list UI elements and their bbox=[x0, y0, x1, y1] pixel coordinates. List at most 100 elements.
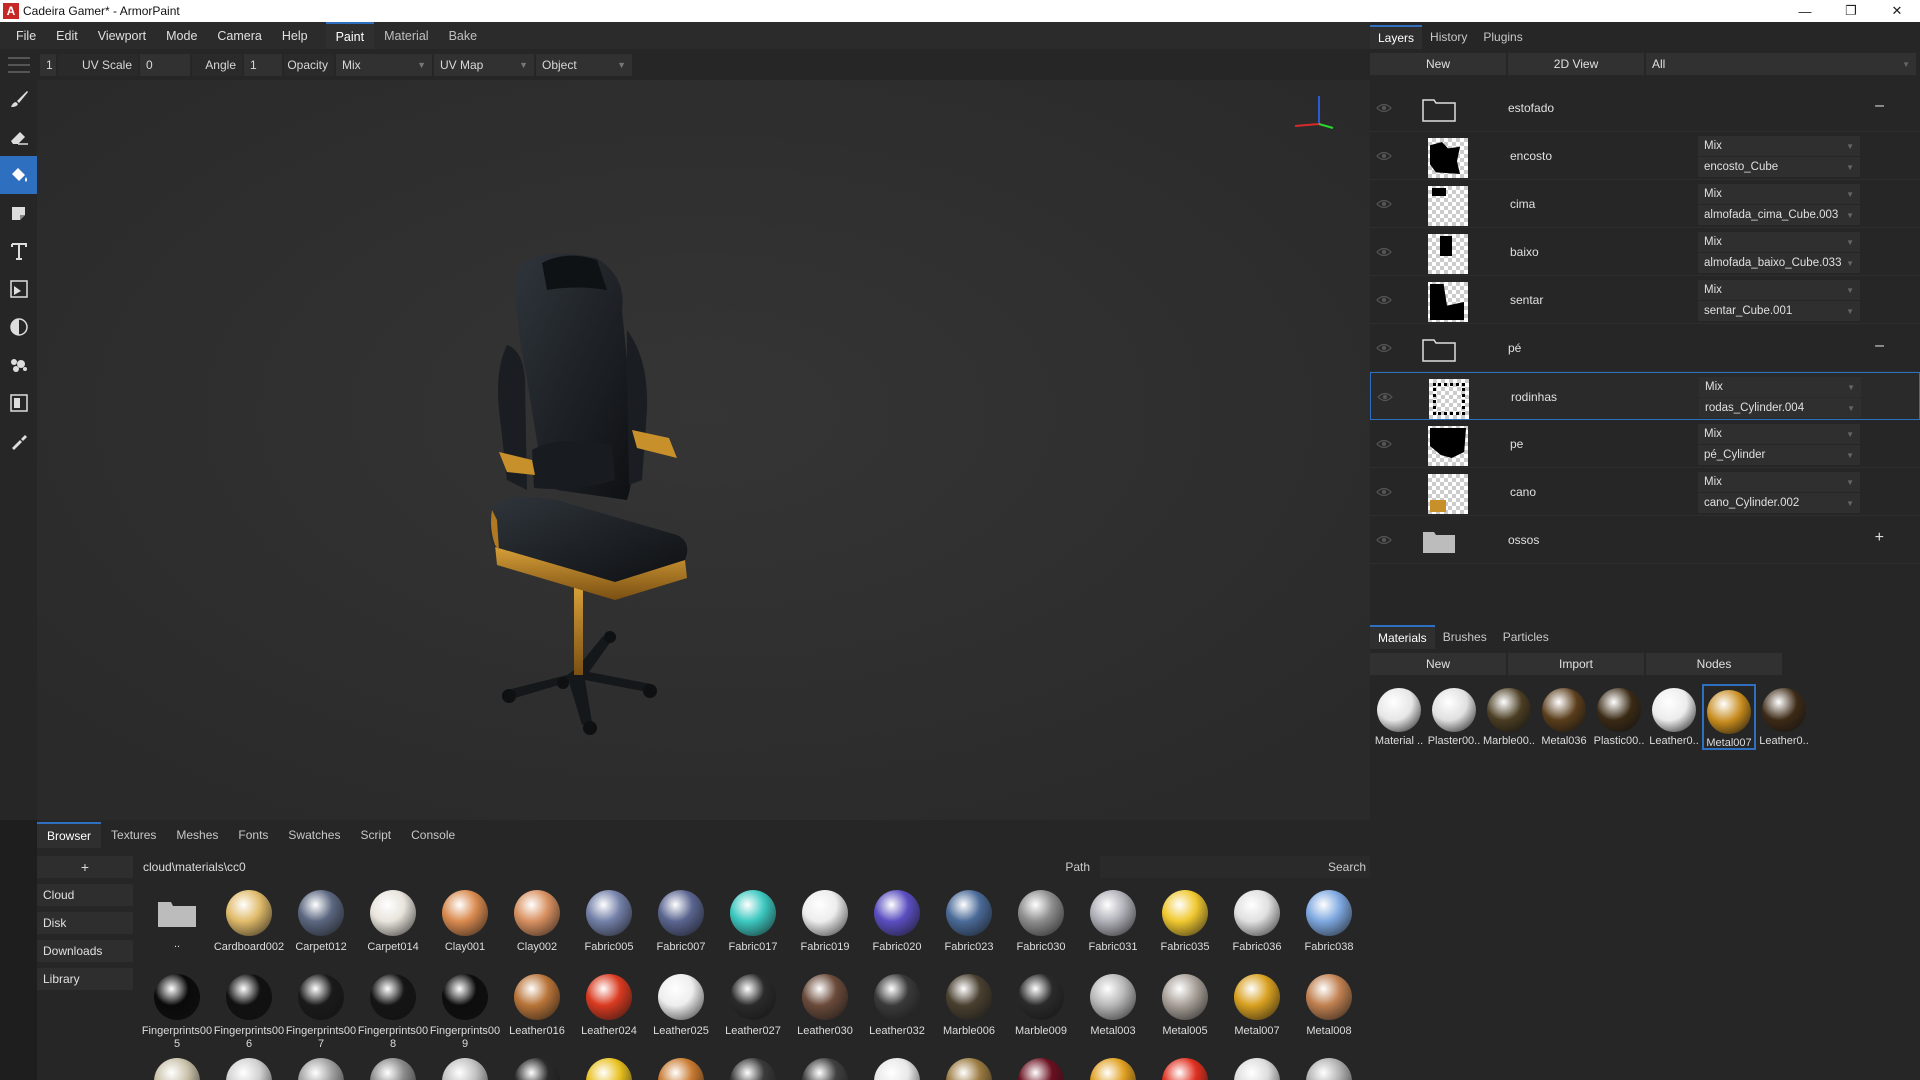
browser-item[interactable] bbox=[429, 1054, 501, 1080]
tab-textures[interactable]: Textures bbox=[101, 822, 166, 848]
angle-value[interactable]: 0 bbox=[140, 53, 190, 76]
drag-handle-icon[interactable] bbox=[8, 56, 30, 73]
decal-tool[interactable] bbox=[0, 194, 37, 232]
browser-item[interactable]: Cardboard002 bbox=[213, 886, 285, 966]
browser-item[interactable]: Fabric020 bbox=[861, 886, 933, 966]
import-material-button[interactable]: Import bbox=[1508, 653, 1644, 675]
browser-item[interactable] bbox=[357, 1054, 429, 1080]
search-input[interactable]: Search bbox=[1100, 856, 1370, 878]
eye-icon[interactable] bbox=[1376, 148, 1392, 164]
browser-item[interactable]: Fabric017 bbox=[717, 886, 789, 966]
browser-item[interactable]: Fingerprints008 bbox=[357, 970, 429, 1050]
mask-select[interactable]: Object ▼ bbox=[536, 53, 632, 76]
texcoord-select[interactable]: UV Map ▼ bbox=[434, 53, 534, 76]
particle-tool[interactable] bbox=[0, 346, 37, 384]
browser-item[interactable]: Carpet012 bbox=[285, 886, 357, 966]
browser-item[interactable]: Fingerprints005 bbox=[141, 970, 213, 1050]
place-library[interactable]: Library bbox=[37, 968, 133, 990]
browser-item[interactable]: Fabric035 bbox=[1149, 886, 1221, 966]
browser-item[interactable] bbox=[1077, 1054, 1149, 1080]
browser-item[interactable] bbox=[213, 1054, 285, 1080]
layer-group-5[interactable]: pé – bbox=[1370, 324, 1920, 372]
tab-script[interactable]: Script bbox=[350, 822, 401, 848]
material-item[interactable]: Plastic00.. bbox=[1592, 684, 1646, 750]
browser-item[interactable]: Fabric005 bbox=[573, 886, 645, 966]
browser-item[interactable]: Marble009 bbox=[1005, 970, 1077, 1050]
layer-row-8[interactable]: cano Mix ▼ cano_Cylinder.002 ▼ bbox=[1370, 468, 1920, 516]
browser-item[interactable] bbox=[501, 1054, 573, 1080]
menu-camera[interactable]: Camera bbox=[207, 22, 271, 49]
material-item[interactable]: Plaster00.. bbox=[1427, 684, 1481, 750]
tab-swatches[interactable]: Swatches bbox=[278, 822, 350, 848]
browser-item[interactable]: Marble006 bbox=[933, 970, 1005, 1050]
eye-icon[interactable] bbox=[1376, 100, 1392, 116]
layer-row-4[interactable]: sentar Mix ▼ sentar_Cube.001 ▼ bbox=[1370, 276, 1920, 324]
browser-item[interactable] bbox=[141, 1054, 213, 1080]
layer-row-3[interactable]: baixo Mix ▼ almofada_baixo_Cube.033 ▼ bbox=[1370, 228, 1920, 276]
menu-edit[interactable]: Edit bbox=[46, 22, 88, 49]
tab-bake[interactable]: Bake bbox=[439, 22, 488, 49]
layer-object-select[interactable]: pé_Cylinder ▼ bbox=[1698, 445, 1860, 465]
browser-item[interactable] bbox=[1293, 1054, 1361, 1080]
tab-plugins[interactable]: Plugins bbox=[1475, 25, 1530, 49]
browser-item[interactable] bbox=[285, 1054, 357, 1080]
menu-mode[interactable]: Mode bbox=[156, 22, 207, 49]
browser-item[interactable]: Leather025 bbox=[645, 970, 717, 1050]
bake-tool[interactable] bbox=[0, 384, 37, 422]
text-tool[interactable] bbox=[0, 232, 37, 270]
layer-object-select[interactable]: cano_Cylinder.002 ▼ bbox=[1698, 493, 1860, 513]
parent-folder-item[interactable]: .. bbox=[141, 886, 213, 966]
layer-object-select[interactable]: encosto_Cube ▼ bbox=[1698, 157, 1860, 177]
browser-item[interactable] bbox=[1221, 1054, 1293, 1080]
layer-blend-select[interactable]: Mix ▼ bbox=[1699, 377, 1861, 397]
picker-tool[interactable] bbox=[0, 422, 37, 460]
browser-item[interactable]: Leather032 bbox=[861, 970, 933, 1050]
material-item[interactable]: Leather0.. bbox=[1647, 684, 1701, 750]
browser-item[interactable]: Fingerprints006 bbox=[213, 970, 285, 1050]
eye-icon[interactable] bbox=[1376, 532, 1392, 548]
layer-blend-select[interactable]: Mix ▼ bbox=[1698, 184, 1860, 204]
tab-console[interactable]: Console bbox=[401, 822, 465, 848]
eye-icon[interactable] bbox=[1376, 484, 1392, 500]
eye-icon[interactable] bbox=[1376, 436, 1392, 452]
layer-group-0[interactable]: estofado – bbox=[1370, 84, 1920, 132]
material-item[interactable]: Leather0.. bbox=[1757, 684, 1811, 750]
browser-item[interactable]: Fingerprints007 bbox=[285, 970, 357, 1050]
collapse-icon[interactable]: – bbox=[1875, 97, 1884, 115]
material-item[interactable]: Metal036 bbox=[1537, 684, 1591, 750]
layer-row-7[interactable]: pe Mix ▼ pé_Cylinder ▼ bbox=[1370, 420, 1920, 468]
eye-icon[interactable] bbox=[1376, 196, 1392, 212]
browser-item[interactable]: Fabric036 bbox=[1221, 886, 1293, 966]
layer-object-select[interactable]: almofada_baixo_Cube.033 ▼ bbox=[1698, 253, 1860, 273]
browser-item[interactable]: Clay002 bbox=[501, 886, 573, 966]
layer-blend-select[interactable]: Mix ▼ bbox=[1698, 424, 1860, 444]
blur-tool[interactable] bbox=[0, 308, 37, 346]
eraser-tool[interactable] bbox=[0, 118, 37, 156]
browser-item[interactable] bbox=[861, 1054, 933, 1080]
browser-item[interactable] bbox=[933, 1054, 1005, 1080]
close-icon[interactable]: ✕ bbox=[1874, 0, 1920, 22]
layer-blend-select[interactable]: Mix ▼ bbox=[1698, 280, 1860, 300]
browser-item[interactable] bbox=[789, 1054, 861, 1080]
collapse-icon[interactable]: – bbox=[1875, 337, 1884, 355]
layer-row-6[interactable]: rodinhas Mix ▼ rodas_Cylinder.004 ▼ bbox=[1370, 372, 1920, 420]
browser-item[interactable]: Fabric038 bbox=[1293, 886, 1361, 966]
browser-item[interactable] bbox=[717, 1054, 789, 1080]
layer-blend-select[interactable]: Mix ▼ bbox=[1698, 232, 1860, 252]
layer-row-1[interactable]: encosto Mix ▼ encosto_Cube ▼ bbox=[1370, 132, 1920, 180]
menu-viewport[interactable]: Viewport bbox=[88, 22, 156, 49]
layer-object-select[interactable]: sentar_Cube.001 ▼ bbox=[1698, 301, 1860, 321]
tab-fonts[interactable]: Fonts bbox=[228, 822, 278, 848]
layer-filter-select[interactable]: All ▼ bbox=[1646, 53, 1916, 75]
place-cloud[interactable]: Cloud bbox=[37, 884, 133, 906]
eye-icon[interactable] bbox=[1376, 292, 1392, 308]
place-downloads[interactable]: Downloads bbox=[37, 940, 133, 962]
tab-particles[interactable]: Particles bbox=[1495, 625, 1557, 649]
minimize-icon[interactable]: — bbox=[1782, 0, 1828, 22]
browser-item[interactable]: Metal007 bbox=[1221, 970, 1293, 1050]
browser-item[interactable] bbox=[1149, 1054, 1221, 1080]
2d-view-button[interactable]: 2D View bbox=[1508, 53, 1644, 75]
menu-file[interactable]: File bbox=[6, 22, 46, 49]
material-item[interactable]: Metal007 bbox=[1702, 684, 1756, 750]
browser-item[interactable]: Fabric030 bbox=[1005, 886, 1077, 966]
